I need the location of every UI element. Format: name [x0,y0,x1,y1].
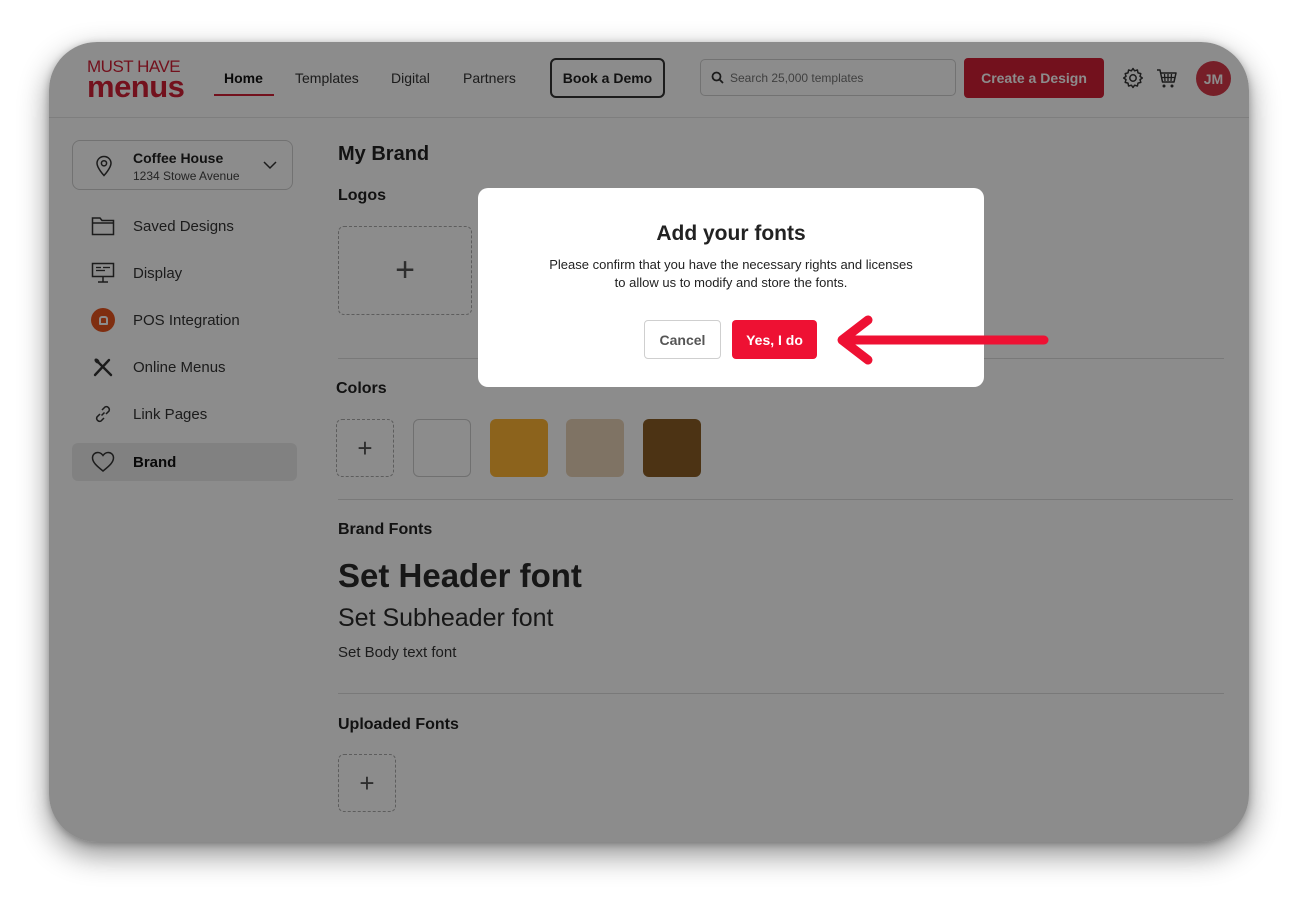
dialog-title: Add your fonts [656,222,806,245]
modal-backdrop[interactable] [49,42,1249,842]
red-arrow-annotation [837,315,1049,365]
cancel-button[interactable]: Cancel [644,320,721,359]
dialog-message: Please confirm that you have the necessa… [549,257,913,290]
confirm-button[interactable]: Yes, I do [732,320,817,359]
app-window: MUST HAVE menus Home Templates Digital P… [49,42,1249,842]
